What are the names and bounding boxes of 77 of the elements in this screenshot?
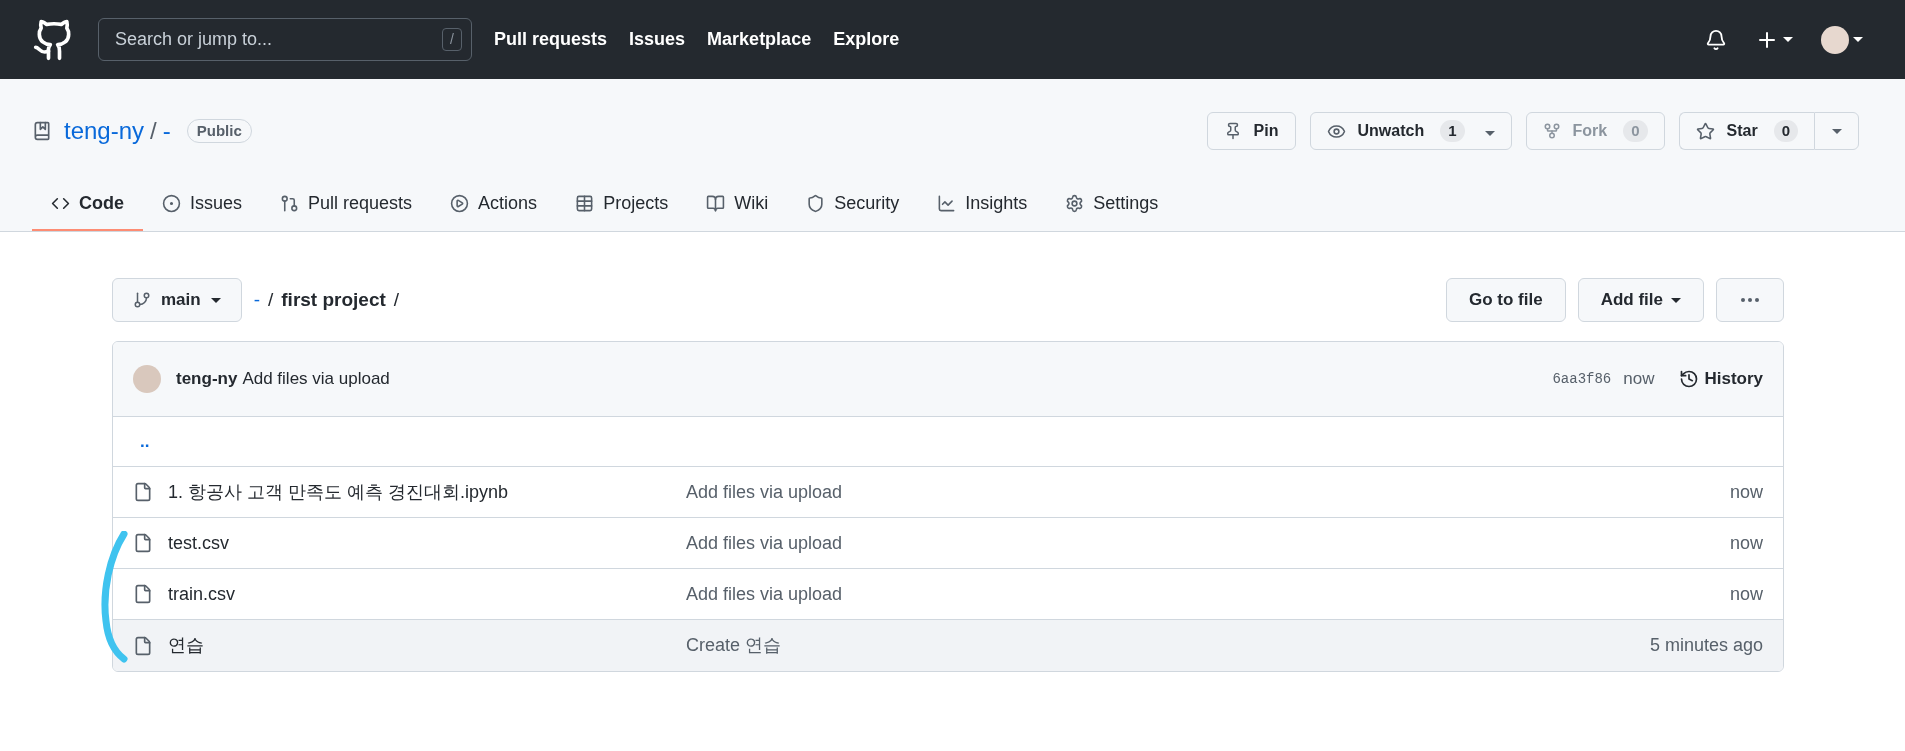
path-separator: / [150,116,157,146]
shortcut-key: / [442,28,462,51]
parent-directory-link[interactable]: .. [140,428,150,455]
commit-message-link[interactable]: Create 연습 [686,632,782,659]
breadcrumb-link[interactable]: - [253,285,260,315]
caret-icon [1831,128,1842,134]
commit-time: 5 minutes ago [1649,634,1763,657]
nav-link[interactable]: Explore [833,26,900,53]
repo-tab[interactable]: Pull requests [261,177,432,231]
file-icon [133,482,153,502]
caret-icon [1484,131,1495,136]
watch-button[interactable]: Unwatch 1 [1309,112,1512,150]
history-icon [1679,369,1700,389]
star-icon [1695,121,1715,141]
add-file-button[interactable]: Add file [1577,278,1704,322]
commit-message-link[interactable]: Add files via upload [242,366,390,392]
ellipsis-icon [1741,298,1759,302]
count-badge: 0 [1623,119,1648,143]
table-icon [575,193,595,213]
repo-name-link[interactable]: - [162,113,171,149]
repo-tab[interactable]: Code [32,177,143,231]
pin-button[interactable]: Pin [1206,112,1296,150]
commit-time: now [1623,368,1655,391]
file-name-link[interactable]: 1. 항공사 고객 만족도 예측 경진대회.ipynb [168,478,686,506]
nav-link[interactable]: Issues [629,26,686,53]
repo-tab[interactable]: Security [787,177,919,231]
count-badge: 1 [1440,119,1465,143]
star-dropdown-button[interactable] [1814,112,1859,150]
commit-message-link[interactable]: Add files via upload [686,529,843,557]
repo-tab[interactable]: Insights [918,177,1047,231]
file-icon [133,533,153,553]
history-link[interactable]: History [1679,366,1763,392]
nav-link[interactable]: Pull requests [494,26,608,53]
book-icon [706,193,726,213]
count-badge: 0 [1773,119,1798,143]
repo-tab[interactable]: Actions [431,177,557,231]
repo-tab[interactable]: Projects [556,177,688,231]
play-icon [450,193,470,213]
repo-icon [32,121,52,141]
path-separator: / [268,287,274,312]
owner-link[interactable]: teng-ny [64,113,145,149]
caret-icon [210,297,221,303]
file-name-link[interactable]: test.csv [168,529,686,557]
commit-sha-link[interactable]: 6aa3f86 [1552,368,1612,390]
file-name-link[interactable]: 연습 [168,632,686,659]
commit-time: now [1729,582,1763,606]
nav-link[interactable]: Marketplace [707,26,812,53]
go-to-file-button[interactable]: Go to file [1446,278,1566,322]
caret-icon [1783,37,1793,42]
circle-dot-icon [162,193,181,213]
commit-time: now [1729,531,1763,555]
commit-message-link[interactable]: Add files via upload [686,478,843,506]
path-separator: / [393,287,400,312]
caret-icon [1853,37,1863,42]
repo-tab[interactable]: Issues [143,177,262,231]
file-row[interactable]: 연습 Create 연습 5 minutes ago [113,620,1783,671]
commit-message-link[interactable]: Add files via upload [686,580,843,608]
fork-icon [1542,122,1561,140]
file-icon [133,635,153,656]
branch-icon [133,291,151,309]
avatar [133,365,161,393]
star-button[interactable]: Star 0 [1678,112,1814,150]
settings-icon [1065,193,1085,213]
repo-tab[interactable]: Settings [1046,177,1178,231]
caret-icon [1671,297,1681,303]
notifications-icon[interactable] [1705,28,1727,51]
commit-time: now [1729,480,1763,504]
current-folder: first project [281,287,386,312]
file-icon [133,584,153,604]
pull-request-icon [280,193,300,213]
file-name-link[interactable]: train.csv [168,580,686,608]
commit-author-link[interactable]: teng-ny [176,366,238,392]
profile-menu-button[interactable] [1821,25,1863,54]
graph-icon [937,193,957,213]
branch-button[interactable]: main [112,278,242,322]
repo-tab[interactable]: Wiki [687,177,788,231]
shield-icon [806,193,826,213]
